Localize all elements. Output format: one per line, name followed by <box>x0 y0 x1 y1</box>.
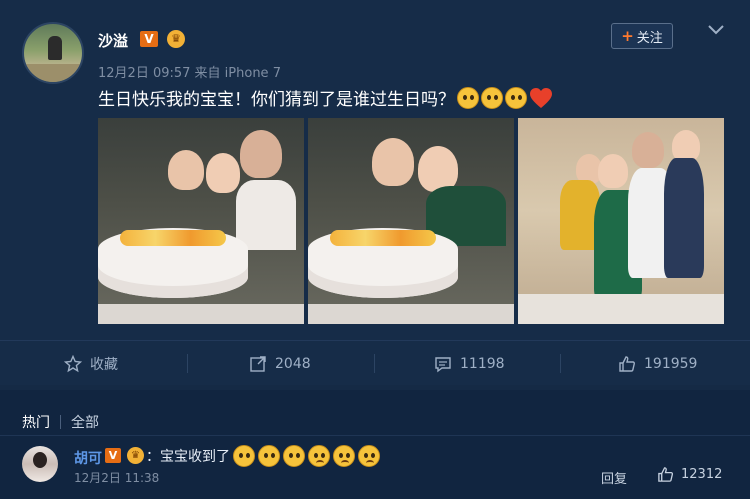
comments-divider <box>0 435 750 436</box>
face-emoji-icon <box>505 86 527 109</box>
action-divider <box>374 354 375 373</box>
cake-fruit <box>120 230 226 246</box>
post-text: 生日快乐我的宝宝！你们猜到了是谁过生日吗？ <box>98 85 553 110</box>
vip-crown-icon: ♛ <box>167 30 185 48</box>
photo-person <box>168 150 204 190</box>
author-avatar[interactable] <box>22 22 84 84</box>
photo-person <box>372 138 414 186</box>
star-icon <box>64 354 82 372</box>
comment-text: ：宝宝收到了 <box>146 445 380 467</box>
photo-person <box>664 158 704 278</box>
like-count: 191959 <box>644 355 698 372</box>
thinking-emoji-icon <box>457 86 479 109</box>
photo-table <box>518 294 724 324</box>
verified-badge-icon: V <box>140 31 158 47</box>
avatar-ground <box>24 64 82 82</box>
plus-icon: + <box>621 27 634 45</box>
comment-tabs: 热门 全部 <box>22 412 99 432</box>
share-icon <box>250 355 266 372</box>
heart-icon <box>529 87 553 109</box>
post-action-bar: 收藏 2048 11198 191959 <box>0 340 750 385</box>
comment-author[interactable]: 胡可 <box>74 448 102 468</box>
favorite-label: 收藏 <box>90 356 118 373</box>
tab-divider <box>60 415 61 429</box>
sad-emoji-icon <box>308 445 330 467</box>
tab-hot[interactable]: 热门 <box>22 412 50 432</box>
photo-person <box>236 180 296 250</box>
chevron-down-icon[interactable] <box>706 22 726 38</box>
comment-count: 11198 <box>460 355 505 372</box>
post-photo-3[interactable] <box>518 118 724 324</box>
comment-like-count: 12312 <box>681 467 723 482</box>
author-name[interactable]: 沙溢 <box>98 30 128 51</box>
weibo-post-card: 沙溢 V ♛ 12月2日 09:57 来自 iPhone 7 + 关注 生日快乐… <box>0 0 750 340</box>
comment-button[interactable]: 11198 <box>434 341 505 386</box>
sad-emoji-icon <box>333 445 355 467</box>
post-text-content: 生日快乐我的宝宝！你们猜到了是谁过生日吗？ <box>98 90 455 110</box>
photo-person <box>632 132 664 168</box>
photo-person <box>598 154 628 188</box>
comment-icon <box>435 356 451 372</box>
photo-table <box>98 304 304 324</box>
comment-avatar[interactable] <box>22 446 58 482</box>
face-emoji-icon <box>233 445 255 467</box>
comment-time: 12月2日 11:38 <box>74 471 160 485</box>
follow-button[interactable]: + 关注 <box>611 23 673 49</box>
thumbs-up-icon <box>619 355 635 372</box>
action-divider <box>187 354 188 373</box>
comment-text-content: ：宝宝收到了 <box>146 449 230 465</box>
repost-count: 2048 <box>275 355 311 372</box>
repost-button[interactable]: 2048 <box>249 341 311 386</box>
face-emoji-icon <box>258 445 280 467</box>
sad-emoji-icon <box>358 445 380 467</box>
vip-crown-icon: ♛ <box>127 447 144 464</box>
like-button[interactable]: 191959 <box>618 341 697 386</box>
comments-section: 热门 全部 胡可 V ♛ ：宝宝收到了 12月2日 11:38 回复 12312 <box>0 390 750 499</box>
post-meta: 12月2日 09:57 来自 iPhone 7 <box>98 66 281 81</box>
verified-badge-icon: V <box>105 448 121 463</box>
reply-button[interactable]: 回复 <box>601 468 627 487</box>
tab-all[interactable]: 全部 <box>71 412 99 432</box>
photo-person <box>240 130 282 178</box>
comment-like-button[interactable]: 12312 <box>657 466 722 483</box>
face-emoji-icon <box>283 445 305 467</box>
post-photo-2[interactable] <box>308 118 514 324</box>
photo-table <box>308 304 514 324</box>
follow-label: 关注 <box>636 30 663 46</box>
avatar-figure <box>48 36 62 60</box>
photo-person <box>206 153 240 193</box>
action-divider <box>560 354 561 373</box>
post-photo-1[interactable] <box>98 118 304 324</box>
favorite-button[interactable]: 收藏 <box>64 341 118 386</box>
thumbs-up-icon <box>658 467 674 482</box>
cake-fruit <box>330 230 436 246</box>
face-emoji-icon <box>481 86 503 109</box>
